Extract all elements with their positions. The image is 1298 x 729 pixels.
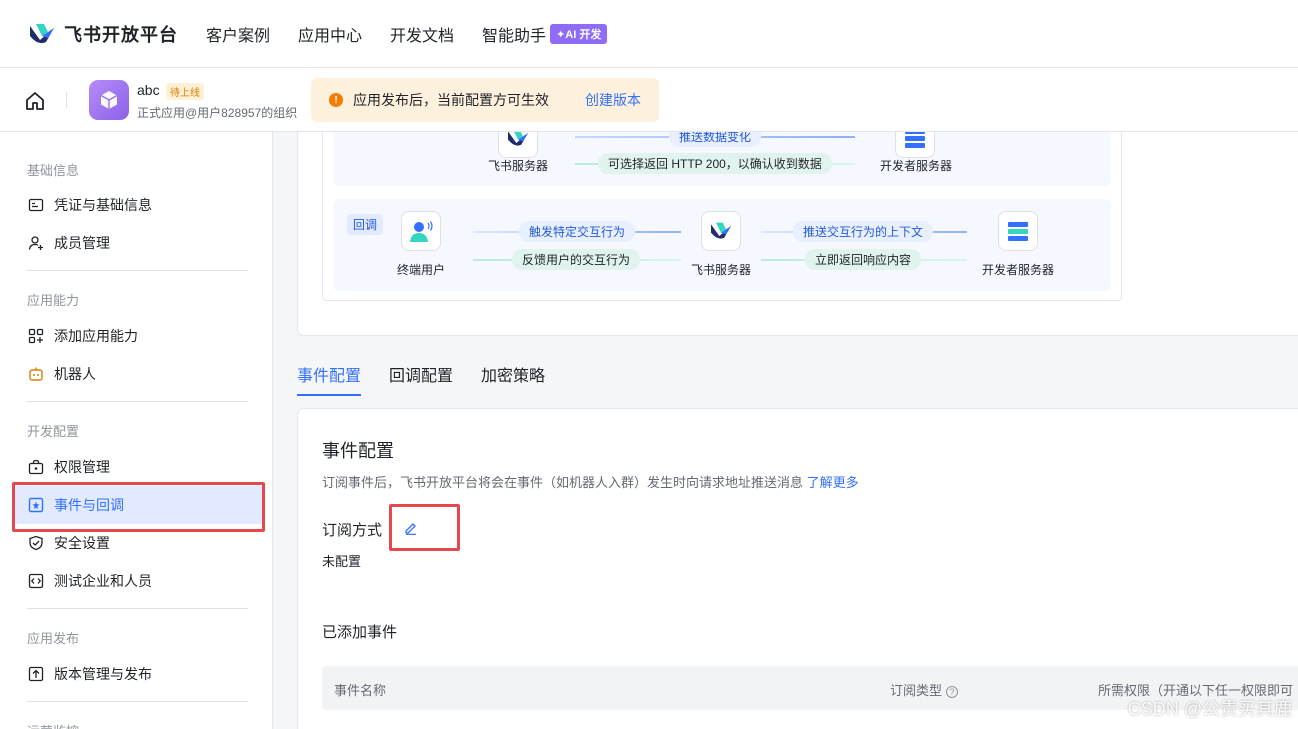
divider: [27, 701, 248, 702]
sidebar-section-monitoring: 运营监控: [27, 721, 79, 729]
nav-customer-cases[interactable]: 客户案例: [206, 22, 270, 46]
server-icon: [905, 132, 925, 148]
cube-icon: [100, 91, 118, 109]
top-navigation: 飞书开放平台 客户案例 应用中心 开发文档 智能助手 ✦AI 开发: [0, 0, 1298, 68]
watermark: CSDN @公贵买其鹿: [1127, 699, 1292, 719]
dev-server-node: [895, 132, 935, 158]
section-description: 订阅事件后，飞书开放平台将会在事件（如机器人入群）发生时向请求地址推送消息 了解…: [322, 472, 859, 491]
publish-notice: ! 应用发布后，当前配置方可生效 创建版本: [311, 78, 659, 122]
dev-server-node: [998, 211, 1038, 251]
sidebar-item-bot[interactable]: 机器人: [14, 355, 262, 393]
tab-event-config[interactable]: 事件配置: [297, 354, 362, 396]
code-icon: [28, 573, 44, 589]
sidebar-item-label: 机器人: [54, 366, 96, 382]
flow-diagram-card: 飞书服务器 推送数据变化 可选择返回 HTTP 200，以确认收到数据 开发者服…: [297, 132, 1298, 336]
sidebar-item-permissions[interactable]: 权限管理: [14, 448, 262, 486]
divider: [27, 270, 248, 271]
sidebar-item-members[interactable]: 成员管理: [14, 224, 262, 262]
user-add-icon: [28, 235, 44, 251]
upload-icon: [28, 666, 44, 682]
sidebar-item-label: 权限管理: [54, 459, 110, 475]
sidebar-item-add-capability[interactable]: 添加应用能力: [14, 317, 262, 355]
tab-callback-config[interactable]: 回调配置: [389, 354, 453, 396]
col-event-name: 事件名称: [334, 683, 387, 698]
sidebar-item-label: 成员管理: [54, 235, 110, 251]
feishu-server-node: [498, 132, 538, 158]
respond-pill: 立即返回响应内容: [805, 249, 922, 270]
robot-icon: [28, 366, 44, 382]
feishu-logo-icon: [508, 132, 528, 146]
app-org: 正式应用@用户828957的组织: [137, 106, 298, 120]
flow-diagram: 飞书服务器 推送数据变化 可选择返回 HTTP 200，以确认收到数据 开发者服…: [322, 132, 1122, 301]
help-icon[interactable]: ?: [946, 685, 959, 698]
shield-icon: [28, 535, 44, 551]
tab-encryption[interactable]: 加密策略: [481, 354, 545, 396]
sidebar-item-label: 凭证与基础信息: [54, 197, 152, 213]
feishu-logo-icon: [711, 222, 731, 239]
feishu-server-label: 飞书服务器: [690, 263, 751, 277]
sidebar-item-credentials[interactable]: 凭证与基础信息: [14, 186, 262, 224]
id-card-icon: [28, 197, 44, 213]
end-user-label: 终端用户: [396, 263, 445, 277]
ai-badge: ✦AI 开发: [550, 23, 608, 44]
push-data-pill: 推送数据变化: [669, 132, 762, 147]
feishu-server-label: 飞书服务器: [487, 159, 548, 173]
sidebar-item-label: 添加应用能力: [54, 328, 138, 344]
sidebar-item-versions[interactable]: 版本管理与发布: [14, 655, 262, 693]
description-text: 订阅事件后，飞书开放平台将会在事件（如机器人入群）发生时向请求地址推送消息: [322, 475, 804, 490]
nav-dev-docs[interactable]: 开发文档: [390, 22, 454, 46]
nav-smart-assistant-label: 智能助手: [482, 27, 547, 45]
feedback-pill: 反馈用户的交互行为: [512, 249, 641, 270]
subscription-mode-label: 订阅方式: [322, 522, 383, 539]
highlight-annotation: [12, 482, 265, 532]
brand-name: 飞书开放平台: [64, 24, 178, 45]
server-icon: [1008, 222, 1028, 241]
divider: [27, 401, 248, 402]
sidebar: 基础信息 凭证与基础信息 成员管理 应用能力 添加应用能力 机器人 开发配置 权…: [0, 132, 273, 729]
section-title: 事件配置: [322, 441, 394, 461]
warning-icon: !: [329, 93, 343, 107]
app-avatar: [89, 80, 129, 120]
app-name: abc: [137, 82, 160, 98]
nav-smart-assistant[interactable]: 智能助手 ✦AI 开发: [482, 22, 608, 46]
main-content: 飞书服务器 推送数据变化 可选择返回 HTTP 200，以确认收到数据 开发者服…: [273, 132, 1298, 729]
sidebar-item-label: 测试企业和人员: [54, 573, 152, 589]
trigger-pill: 触发特定交互行为: [519, 221, 636, 242]
divider: [27, 608, 248, 609]
sidebar-item-test-tenants[interactable]: 测试企业和人员: [14, 562, 262, 600]
divider: [66, 92, 67, 108]
sidebar-section-dev-config: 开发配置: [27, 424, 80, 439]
end-user-node: [401, 211, 441, 251]
callback-tag: 回调: [347, 214, 384, 235]
config-tabs: 事件配置 回调配置 加密策略: [297, 354, 573, 396]
highlight-annotation: [389, 504, 460, 551]
push-context-pill: 推送交互行为的上下文: [793, 221, 934, 242]
app-header: abc 待上线 正式应用@用户828957的组织 ! 应用发布后，当前配置方可生…: [0, 68, 1298, 132]
learn-more-link[interactable]: 了解更多: [807, 475, 859, 490]
col-subscription-type: 订阅类型?: [890, 680, 959, 699]
sidebar-item-label: 安全设置: [54, 535, 110, 551]
feishu-server-node: [701, 211, 741, 251]
sidebar-section-basic: 基础信息: [27, 163, 80, 178]
dev-server-label: 开发者服务器: [879, 159, 952, 173]
user-icon: [410, 221, 433, 242]
return-200-pill: 可选择返回 HTTP 200，以确认收到数据: [598, 153, 832, 174]
dev-server-label: 开发者服务器: [981, 263, 1054, 277]
feishu-logo-icon: [30, 23, 54, 43]
home-icon[interactable]: [24, 90, 46, 112]
sidebar-section-release: 应用发布: [27, 631, 80, 646]
subscription-mode-value: 未配置: [322, 554, 362, 569]
sidebar-item-label: 版本管理与发布: [54, 666, 152, 682]
app-status-badge: 待上线: [166, 83, 204, 100]
nav-app-center[interactable]: 应用中心: [298, 22, 362, 46]
brand-logo[interactable]: 飞书开放平台: [28, 21, 178, 47]
col-subscription-type-label: 订阅类型: [890, 683, 943, 698]
create-version-link[interactable]: 创建版本: [585, 90, 641, 110]
lock-box-icon: [28, 459, 44, 475]
notice-text: 应用发布后，当前配置方可生效: [353, 92, 549, 108]
grid-add-icon: [28, 328, 44, 344]
sidebar-section-capabilities: 应用能力: [27, 293, 80, 308]
event-config-card: 事件配置 订阅事件后，飞书开放平台将会在事件（如机器人入群）发生时向请求地址推送…: [297, 408, 1298, 729]
added-events-title: 已添加事件: [322, 624, 398, 641]
